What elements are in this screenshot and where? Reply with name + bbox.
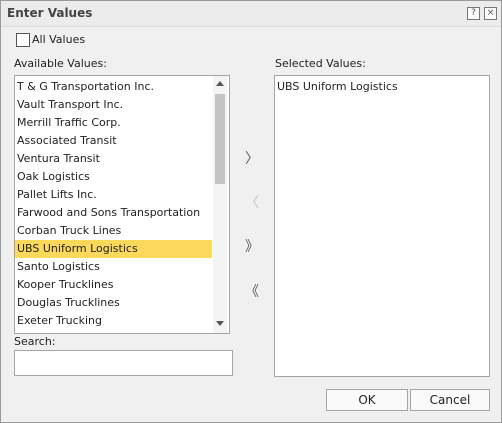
list-item[interactable]: Oak Logistics [15, 168, 212, 186]
list-item[interactable]: Associated Transit [15, 132, 212, 150]
list-item[interactable]: Exeter Trucking [15, 312, 212, 330]
search-label: Search: [14, 335, 56, 348]
available-values-list[interactable]: T & G Transportation Inc. Vault Transport… [14, 75, 230, 334]
scroll-thumb[interactable] [215, 94, 225, 184]
list-item[interactable]: Corban Truck Lines [15, 222, 212, 240]
list-item[interactable]: T & G Transportation Inc. [15, 78, 212, 96]
list-item[interactable]: UBS Uniform Logistics [275, 78, 472, 96]
list-item[interactable]: Kooper Trucklines [15, 276, 212, 294]
search-input[interactable] [14, 350, 233, 376]
scroll-down-icon[interactable] [216, 321, 224, 326]
close-button[interactable]: × [484, 7, 497, 20]
cancel-button[interactable]: Cancel [410, 389, 490, 411]
remove-selected-button[interactable]: 〈 [241, 193, 263, 213]
add-selected-button[interactable]: 〉 [241, 149, 263, 169]
dialog-title: Enter Values [7, 6, 93, 20]
remove-all-button[interactable]: 《 [241, 282, 263, 302]
title-bar: Enter Values ? × [1, 1, 501, 27]
all-values-label: All Values [32, 33, 86, 46]
help-button[interactable]: ? [467, 7, 480, 20]
list-item[interactable]: Farwood and Sons Transportation [15, 204, 212, 222]
enter-values-dialog: Enter Values ? × All Values Available Va… [0, 0, 502, 423]
list-item[interactable]: Pallet Lifts Inc. [15, 186, 212, 204]
add-all-button[interactable]: 》 [241, 237, 263, 257]
ok-button[interactable]: OK [326, 389, 408, 411]
list-item[interactable]: Ventura Transit [15, 150, 212, 168]
all-values-checkbox[interactable] [16, 33, 30, 47]
available-values-label: Available Values: [14, 57, 107, 70]
list-item[interactable]: Merrill Traffic Corp. [15, 114, 212, 132]
list-item[interactable]: Vault Transport Inc. [15, 96, 212, 114]
list-item-selected[interactable]: UBS Uniform Logistics [15, 240, 212, 258]
list-item[interactable]: Douglas Trucklines [15, 294, 212, 312]
selected-values-label: Selected Values: [275, 57, 366, 70]
available-list-scrollbar[interactable] [213, 76, 227, 333]
list-item[interactable]: Santo Logistics [15, 258, 212, 276]
selected-values-list[interactable]: UBS Uniform Logistics [274, 75, 490, 377]
scroll-up-icon[interactable] [216, 81, 224, 86]
